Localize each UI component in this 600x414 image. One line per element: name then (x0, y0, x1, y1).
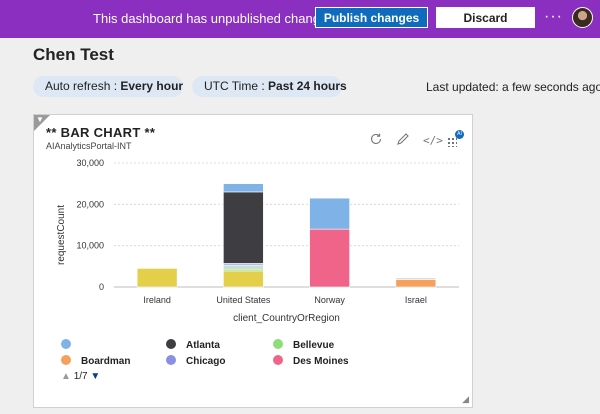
x-tick-label: Ireland (143, 295, 171, 305)
bar-segment (223, 191, 264, 264)
legend-label: Boardman (81, 356, 131, 367)
y-tick-label: 30,000 (76, 158, 104, 168)
pin-to-dashboard-icon[interactable]: AI (447, 130, 464, 148)
legend-item[interactable] (61, 339, 81, 351)
last-updated-text: Last updated: a few seconds ago (426, 80, 600, 94)
discard-button[interactable]: Discard (436, 7, 535, 28)
legend-item[interactable]: Boardman (61, 355, 130, 367)
legend-swatch (166, 339, 176, 349)
tile-subtitle: AIAnalyticsPortal-INT (46, 141, 132, 151)
bar-chart-tile[interactable]: ▼ ** BAR CHART ** AIAnalyticsPortal-INT … (33, 114, 473, 408)
legend-item[interactable]: Atlanta (166, 339, 220, 351)
avatar[interactable] (572, 7, 593, 28)
page-title: Chen Test (33, 45, 114, 64)
legend-label: Chicago (186, 356, 226, 367)
more-icon[interactable]: ··· (544, 8, 563, 26)
legend-swatch (61, 339, 71, 349)
time-range-label: UTC Time : (204, 79, 269, 93)
banner-message: This dashboard has unpublished changes. (93, 11, 338, 26)
time-range-pill[interactable]: UTC Time : Past 24 hours (192, 76, 347, 97)
y-axis-label: requestCount (56, 205, 67, 265)
x-tick-label: Norway (314, 295, 345, 305)
edit-icon[interactable] (396, 132, 410, 149)
x-tick-label: Israel (405, 295, 427, 305)
x-tick-label: United States (216, 295, 271, 305)
y-tick-label: 0 (99, 282, 104, 292)
legend-swatch (273, 339, 283, 349)
legend-label: Atlanta (186, 340, 220, 351)
legend-page: 1/7 (73, 371, 88, 382)
bar-segment (395, 279, 437, 288)
bar-chart: Ireland United States Norway Israel 0 10,000… (56, 158, 459, 324)
legend-prev-icon[interactable]: ▲ (61, 371, 71, 382)
x-axis-label: client_CountryOrRegion (233, 313, 340, 324)
legend-item[interactable]: Des Moines (273, 355, 349, 367)
legend-item[interactable]: Chicago (166, 355, 225, 367)
auto-refresh-value: Every hour (120, 79, 184, 93)
bar-segment (223, 183, 264, 193)
auto-refresh-pill[interactable]: Auto refresh : Every hour (33, 76, 183, 97)
pin-badge: AI (455, 130, 464, 139)
legend-next-icon[interactable]: ▼ (90, 371, 100, 382)
tile-title: ** BAR CHART ** (46, 125, 156, 140)
bar-segment (395, 277, 437, 280)
legend-label: Des Moines (293, 356, 349, 367)
auto-refresh-label: Auto refresh : (45, 79, 121, 93)
legend-swatch (273, 355, 283, 365)
resize-handle-icon[interactable]: ◢ (462, 394, 469, 405)
y-tick-label: 20,000 (76, 199, 104, 209)
legend-item[interactable]: Bellevue (273, 339, 334, 351)
time-range-value: Past 24 hours (268, 79, 347, 93)
code-icon[interactable]: </> (423, 134, 443, 147)
unpublished-changes-banner: This dashboard has unpublished changes. … (0, 0, 600, 38)
legend-pager: ▲ 1/7 ▼ (61, 371, 100, 382)
bar-segment (136, 268, 178, 288)
grid-icon (447, 137, 457, 147)
publish-changes-button[interactable]: Publish changes (315, 7, 428, 28)
refresh-icon[interactable] (369, 132, 383, 149)
legend-swatch (61, 355, 71, 365)
legend-swatch (166, 355, 176, 365)
bar-segment (223, 270, 264, 288)
filter-icon: ▼ (36, 115, 44, 124)
bar-segment (309, 197, 350, 230)
page-scrollbar[interactable] (585, 100, 600, 414)
bar-segment (223, 264, 264, 270)
legend-label: Bellevue (293, 340, 335, 351)
y-tick-label: 10,000 (76, 241, 104, 251)
bar-segment (309, 228, 350, 288)
